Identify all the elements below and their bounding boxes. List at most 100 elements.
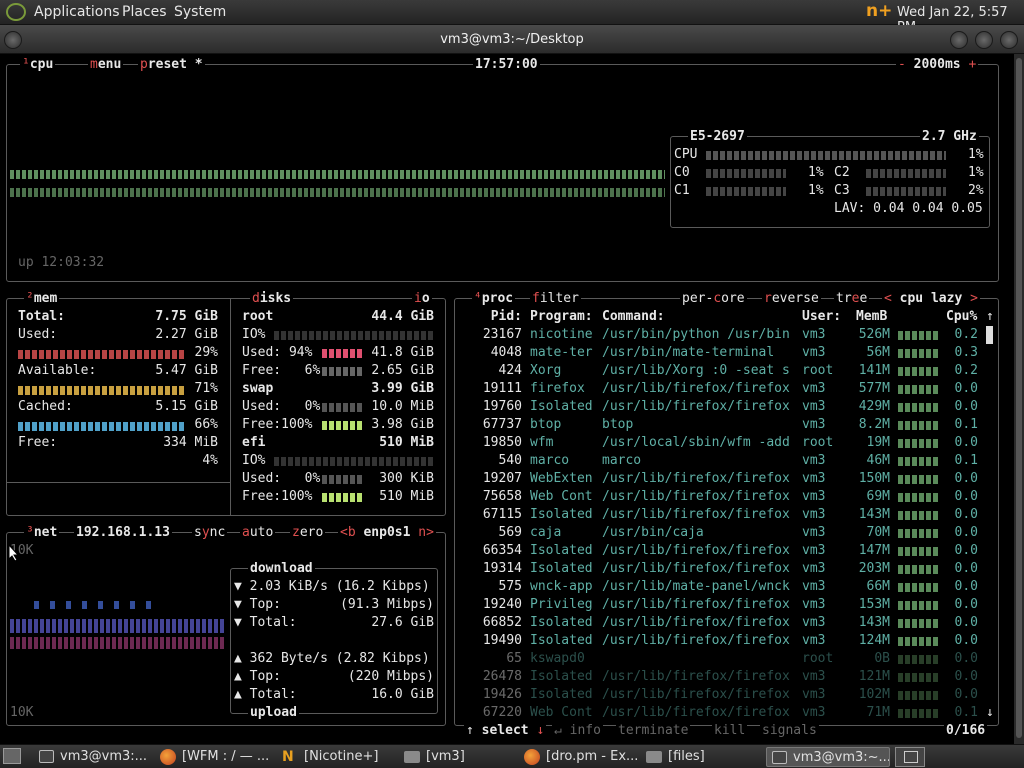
disk-swap-free-pct: 100% [281, 417, 313, 432]
net-next-iface-button[interactable]: n> [418, 525, 434, 540]
close-icon[interactable] [1000, 31, 1018, 49]
proc-tree-toggle[interactable]: e [859, 291, 867, 306]
row-program: Xorg [530, 363, 562, 378]
row-program: kswapd0 [530, 651, 585, 666]
disk-swap-name: swap [242, 381, 274, 396]
proc-terminate-button[interactable]: terminate [616, 722, 691, 740]
menu-applications[interactable]: Applications [34, 4, 120, 20]
mem-free-pct: 4% [202, 453, 218, 468]
row-mem: 46M [866, 453, 890, 468]
terminal-scrollbar[interactable] [1014, 54, 1024, 744]
disks-label[interactable]: isks [260, 291, 291, 306]
net-prev-iface-button[interactable]: <b [340, 525, 356, 540]
terminal-area[interactable]: ¹cpu menu preset * 17:57:00 - 2000ms + u… [0, 54, 1014, 744]
net-sync-toggle[interactable]: nc [210, 525, 226, 540]
row-mem: 124M [858, 633, 890, 648]
cpu-time: 17:57:00 [473, 56, 540, 74]
col-cpu-header[interactable]: Cpu% [946, 308, 977, 326]
row-mem: 153M [858, 597, 890, 612]
row-user: vm3 [802, 597, 826, 612]
row-command: /usr/lib/firefox/firefox [602, 543, 790, 558]
terminal-scrollbar-thumb[interactable] [1016, 58, 1022, 738]
disk-root-free-meter [322, 367, 362, 376]
core-c3-label: C3 [834, 183, 850, 198]
col-mem-header[interactable]: MemB [856, 308, 887, 326]
row-cpu-meter [898, 583, 938, 592]
net-zero-toggle[interactable]: ero [300, 525, 323, 540]
proc-filter-button[interactable]: ilter [540, 291, 579, 306]
proc-signals-button[interactable]: signals [760, 722, 819, 740]
sort-prev-button[interactable]: < [884, 291, 892, 306]
net-upload-top-label: Top: [249, 669, 281, 684]
interval-minus-button[interactable]: - [898, 57, 906, 72]
uptime: up 12:03:32 [18, 255, 105, 270]
menu-system[interactable]: System [174, 4, 226, 20]
col-command-header[interactable]: Command: [602, 308, 665, 326]
disk-swap-used-pct: 0% [304, 399, 321, 414]
net-scale-bottom: 10K [10, 705, 34, 720]
col-program-header[interactable]: Program: [530, 308, 593, 326]
taskbar-item[interactable]: [WFM : / — ... [156, 747, 274, 767]
row-pid: 23167 [482, 327, 522, 342]
taskbar-item-label: [dro.pm - Ex... [546, 749, 638, 764]
nicotine-tray-icon[interactable]: n+ [866, 1, 892, 21]
proc-reverse-toggle[interactable]: everse [772, 291, 819, 306]
net-interface: enp0s1 [363, 525, 411, 540]
row-mem: 0B [874, 651, 890, 666]
mem-used-pct: 29% [194, 345, 218, 360]
workspace-1-icon[interactable] [904, 751, 918, 763]
cpu-overall-label: CPU [674, 147, 698, 162]
mem-free-label: Free: [18, 435, 58, 450]
sort-next-button[interactable]: > [970, 291, 978, 306]
proc-scroll-down-icon[interactable]: ↓ [986, 704, 994, 722]
col-pid-header[interactable]: Pid: [474, 308, 522, 326]
disk-efi-free-pct: 100% [281, 489, 313, 504]
taskbar-item[interactable]: vm3@vm3:~... [766, 747, 890, 767]
cpu-menu-button[interactable]: enu [98, 57, 121, 72]
row-pid: 26478 [482, 669, 522, 684]
mouse-cursor-icon [8, 544, 20, 562]
show-desktop-icon[interactable] [3, 748, 21, 764]
proc-info-button[interactable]: ↵ info [552, 722, 603, 740]
net-auto-toggle[interactable]: uto [250, 525, 273, 540]
mate-logo-icon[interactable] [6, 3, 26, 21]
taskbar-item[interactable]: vm3@vm3:... [34, 747, 152, 767]
proc-scroll-up-icon[interactable]: ↑ [986, 308, 994, 326]
interval-plus-button[interactable]: + [968, 57, 976, 72]
menu-places[interactable]: Places [122, 4, 167, 20]
workspace-switcher[interactable] [895, 747, 925, 767]
proc-kill-button[interactable]: kill [712, 722, 748, 740]
net-label[interactable]: net [34, 525, 57, 540]
mem-disks-divider [230, 298, 231, 516]
taskbar: vm3@vm3:... [WFM : / — ... N [Nicotine+] [vm… [0, 744, 1024, 768]
row-mem: 526M [858, 327, 890, 342]
disks-io-toggle[interactable]: o [422, 291, 430, 306]
col-user-header[interactable]: User: [802, 308, 841, 326]
row-user: vm3 [802, 453, 826, 468]
row-pid: 540 [498, 453, 522, 468]
proc-select-button[interactable]: select [482, 723, 529, 738]
terminal-icon [772, 751, 787, 764]
cpu-label[interactable]: cpu [30, 57, 53, 72]
row-command: /usr/lib/firefox/firefox [602, 489, 790, 504]
row-cpu-meter [898, 691, 938, 700]
taskbar-item[interactable]: [dro.pm - Ex... [520, 747, 638, 767]
row-program: wfm [530, 435, 554, 450]
proc-label[interactable]: proc [482, 291, 513, 306]
taskbar-item[interactable]: [files] [642, 747, 762, 767]
row-command: /usr/bin/mate-terminal [602, 345, 775, 360]
mem-label[interactable]: mem [34, 291, 57, 306]
proc-per-core-toggle[interactable]: ore [721, 291, 744, 306]
taskbar-item[interactable]: N [Nicotine+] [278, 747, 396, 767]
minimize-icon[interactable] [950, 31, 968, 49]
cpu-preset-button[interactable]: reset * [148, 57, 203, 72]
disk-root-free-value: 2.65 GiB [371, 363, 434, 378]
maximize-icon[interactable] [975, 31, 993, 49]
proc-scrollbar-thumb[interactable] [986, 326, 993, 344]
taskbar-item[interactable]: [vm3] [400, 747, 516, 767]
row-pid: 19490 [482, 633, 522, 648]
row-pid: 19314 [482, 561, 522, 576]
disk-swap-size: 3.99 GiB [371, 381, 434, 396]
row-pid: 65 [506, 651, 522, 666]
window-titlebar[interactable]: vm3@vm3:~/Desktop [0, 25, 1024, 54]
